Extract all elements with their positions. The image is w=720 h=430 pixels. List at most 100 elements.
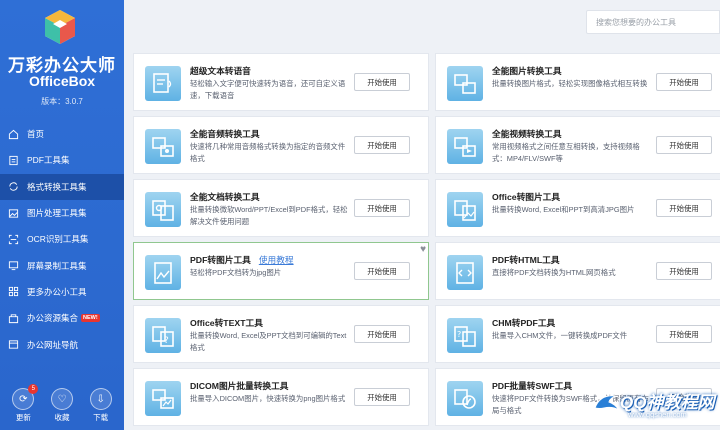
- dicom-icon: [145, 381, 181, 416]
- app-logo-icon: [45, 10, 75, 44]
- sidebar-item-ocr[interactable]: OCR识别工具集: [0, 226, 124, 252]
- sidebar-item-label: OCR识别工具集: [27, 234, 89, 245]
- update-button[interactable]: ⟳ 5 更新: [8, 380, 39, 430]
- start-button[interactable]: 开始使用: [656, 136, 712, 154]
- sidebar-item-label: 办公网址导航: [27, 339, 79, 350]
- sidebar-bottom-bar: ⟳ 5 更新 ♡ 收藏 ⇩ 下载: [0, 380, 124, 430]
- search-input[interactable]: 搜索您想要的办公工具: [586, 10, 720, 34]
- favorite-label: 收藏: [54, 413, 70, 422]
- favorite-button[interactable]: ♡ 收藏: [47, 380, 77, 430]
- sidebar: 万彩办公大师 OfficeBox 版本：3.0.7 首页 PDF工具集 格式转换…: [0, 0, 124, 430]
- home-icon: [8, 129, 19, 140]
- tool-title: Office转TEXT工具: [190, 318, 263, 328]
- tool-title: Office转图片工具: [492, 192, 561, 202]
- pdf-to-html-icon: [447, 255, 483, 290]
- tool-card-doc-convert[interactable]: 全能文档转换工具 批量转换微软Word/PPT/Excel到PDF格式，轻松解决…: [133, 179, 429, 237]
- start-button[interactable]: 开始使用: [656, 199, 712, 217]
- tool-card-audio-convert[interactable]: 全能音频转换工具 快速将几种常用音频格式转换为指定的音频文件格式 开始使用: [133, 116, 429, 174]
- tool-title: 全能音频转换工具: [190, 129, 260, 139]
- tool-title: 全能图片转换工具: [492, 66, 562, 76]
- sidebar-nav: 首页 PDF工具集 格式转换工具集 图片处理工具集 OCR识别工具集 屏幕录制工…: [0, 121, 124, 358]
- sidebar-item-label: 更多办公小工具: [27, 286, 87, 297]
- tool-card-chm-to-pdf[interactable]: ? CHM转PDF工具 批量导入CHM文件，一键转换成PDF文件 开始使用: [435, 305, 720, 363]
- tool-description: 快速将几种常用音频格式转换为指定的音频文件格式: [190, 142, 346, 163]
- start-button[interactable]: 开始使用: [656, 73, 712, 91]
- tool-title-text: PDF转图片工具: [190, 255, 251, 265]
- doc-convert-icon: [145, 192, 181, 227]
- tool-description: 批量转换Word, Excel及PPT文档到可编辑的Text格式: [190, 331, 347, 352]
- start-button[interactable]: 开始使用: [656, 262, 712, 280]
- tool-title: PDF转图片工具 使用教程: [190, 253, 294, 266]
- tool-description: 批量导入DICOM图片，快速转换为png图片格式: [190, 394, 346, 403]
- tutorial-link[interactable]: 使用教程: [259, 255, 294, 265]
- tool-description: 批量转换图片格式，轻松实现图像格式相互转换: [492, 79, 648, 88]
- update-count-badge: 5: [28, 384, 39, 394]
- update-label: 更新: [15, 413, 31, 422]
- tool-description: 批量转换Word, Excel和PPT到高清JPG图片: [492, 205, 635, 214]
- text-to-speech-icon: [145, 66, 181, 101]
- app-subtitle: OfficeBox: [28, 73, 96, 89]
- audio-convert-icon: [145, 129, 181, 164]
- start-button[interactable]: 开始使用: [354, 199, 410, 217]
- tool-description: 轻松输入文字便可快速转为语音，还可自定义语速，下载语音: [190, 79, 346, 100]
- image-convert-icon: [447, 66, 483, 101]
- tool-title: CHM转PDF工具: [492, 318, 556, 328]
- sidebar-item-format-convert[interactable]: 格式转换工具集: [0, 173, 124, 200]
- pdf-to-image-icon: [145, 255, 181, 290]
- sidebar-item-resources[interactable]: 办公资源集合 NEW!: [0, 305, 124, 331]
- tool-description: 常用视频格式之间任意互相转换，支持视频格式：MP4/FLV/SWF等: [492, 142, 640, 163]
- start-button[interactable]: 开始使用: [354, 325, 410, 343]
- tool-card-dicom[interactable]: DICOM图片批量转换工具 批量导入DICOM图片，快速转换为png图片格式 开…: [133, 368, 429, 426]
- svg-text:?: ?: [457, 330, 461, 339]
- sidebar-item-label: 图片处理工具集: [27, 208, 87, 219]
- tool-title: 全能视频转换工具: [492, 129, 562, 139]
- svg-text:?: ?: [164, 336, 169, 346]
- tool-card-image-convert[interactable]: 全能图片转换工具 批量转换图片格式，轻松实现图像格式相互转换 开始使用: [435, 53, 720, 111]
- tool-description: 直接将PDF文档转换为HTML网页格式: [492, 268, 616, 277]
- tool-title: 全能文档转换工具: [190, 192, 260, 202]
- tool-card-pdf-to-html[interactable]: PDF转HTML工具 直接将PDF文档转换为HTML网页格式 开始使用: [435, 242, 720, 300]
- image-icon: [8, 208, 19, 219]
- office-to-text-icon: ?: [145, 318, 181, 353]
- watermark-url: www.qqshen.com: [628, 410, 687, 419]
- download-label: 下载: [93, 413, 109, 422]
- sidebar-item-screen-record[interactable]: 屏幕录制工具集: [0, 252, 124, 278]
- convert-icon: [8, 181, 19, 192]
- favorite-heart-icon[interactable]: ♥: [420, 244, 426, 255]
- resource-icon: [8, 313, 19, 324]
- tool-card-pdf-to-image[interactable]: PDF转图片工具 使用教程 轻松将PDF文档转为jpg图片 开始使用 ♥: [133, 242, 429, 300]
- start-button[interactable]: 开始使用: [354, 73, 410, 91]
- start-button[interactable]: 开始使用: [354, 262, 410, 280]
- office-to-image-icon: [447, 192, 483, 227]
- sidebar-item-image[interactable]: 图片处理工具集: [0, 200, 124, 226]
- new-badge: NEW!: [81, 314, 100, 323]
- tool-description: 批量转换微软Word/PPT/Excel到PDF格式，轻松解决文件使用问题: [190, 205, 348, 226]
- sidebar-item-label: 办公资源集合: [27, 313, 79, 324]
- start-button[interactable]: 开始使用: [354, 388, 410, 406]
- tool-card-video-convert[interactable]: 全能视频转换工具 常用视频格式之间任意互相转换，支持视频格式：MP4/FLV/S…: [435, 116, 720, 174]
- sidebar-item-website-nav[interactable]: 办公网址导航: [0, 331, 124, 357]
- sidebar-item-label: 首页: [27, 129, 45, 140]
- ocr-icon: [8, 234, 19, 245]
- sidebar-item-home[interactable]: 首页: [0, 121, 124, 147]
- sidebar-item-pdf[interactable]: PDF工具集: [0, 147, 124, 173]
- download-button[interactable]: ⇩ 下载: [86, 380, 116, 430]
- pdf-to-swf-icon: [447, 381, 483, 416]
- chm-to-pdf-icon: ?: [447, 318, 483, 353]
- tool-description: 轻松将PDF文档转为jpg图片: [190, 268, 282, 277]
- dolphin-logo-icon: [594, 395, 620, 411]
- pdf-icon: [8, 155, 19, 166]
- start-button[interactable]: 开始使用: [354, 136, 410, 154]
- sidebar-item-label: 格式转换工具集: [27, 181, 87, 192]
- tool-description: 批量导入CHM文件，一键转换成PDF文件: [492, 331, 628, 340]
- tool-card-office-to-image[interactable]: Office转图片工具 批量转换Word, Excel和PPT到高清JPG图片 …: [435, 179, 720, 237]
- tool-title: PDF转HTML工具: [492, 255, 560, 265]
- heart-icon: ♡: [50, 388, 73, 410]
- tool-card-text-to-speech[interactable]: 超级文本转语音 轻松输入文字便可快速转为语音，还可自定义语速，下载语音 开始使用: [133, 53, 429, 111]
- sidebar-item-label: 屏幕录制工具集: [27, 260, 87, 271]
- tool-card-office-to-text[interactable]: ? Office转TEXT工具 批量转换Word, Excel及PPT文档到可编…: [133, 305, 429, 363]
- sidebar-item-more-tools[interactable]: 更多办公小工具: [0, 279, 124, 305]
- download-icon: ⇩: [89, 388, 112, 410]
- start-button[interactable]: 开始使用: [656, 325, 712, 343]
- tool-title: DICOM图片批量转换工具: [190, 381, 289, 391]
